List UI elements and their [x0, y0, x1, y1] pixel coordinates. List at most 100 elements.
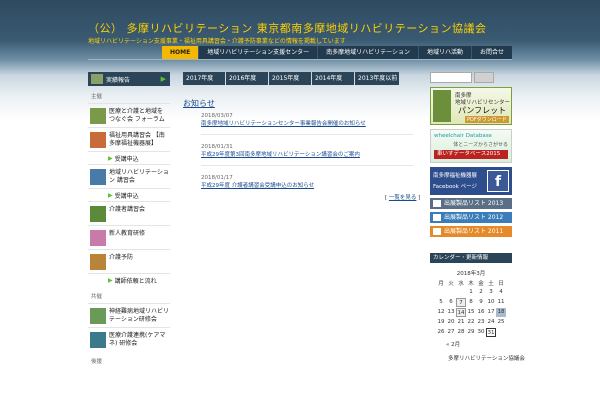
nav-item-support-center[interactable]: 地域リハビリテーション支援センター — [198, 46, 317, 60]
sub-item-label: 講師依頼と流れ — [114, 277, 157, 285]
tab-2017[interactable]: 2017年度 — [183, 72, 225, 85]
site-title[interactable]: （公） 多摩リハビリテーション 東京都南多摩地域リハビリテーション協議会 — [88, 20, 487, 36]
page-title[interactable]: お知らせ — [183, 98, 215, 109]
sidebar-item-welfare-equipment[interactable]: 福祉用具講習会 【南多摩福祉機器展】 — [88, 127, 170, 151]
calendar-week: 5 6 7 8 9 10 11 — [430, 298, 512, 307]
calendar-day: 27 — [447, 329, 455, 335]
calendar-day-link[interactable]: 14 — [456, 308, 466, 317]
wheelchair-db-banner[interactable]: wheelchair Database 体とニーズからさがせる 車いすデータベー… — [430, 129, 512, 163]
sub-item-apply[interactable]: ▶ 受講申込 — [88, 151, 170, 164]
calendar-day: 25 — [497, 319, 505, 325]
calendar-day: 24 — [487, 319, 495, 325]
sidebar-item-label: 地域リハビリテーション 講習会 — [109, 169, 169, 184]
sub-item-label: 受講申込 — [114, 155, 139, 163]
sub-item-label: 受講申込 — [114, 192, 139, 200]
calendar-day: 17 — [487, 309, 495, 315]
post-date: 2018/03/07 — [201, 113, 233, 119]
sub-item-apply[interactable]: ▶ 受講申込 — [88, 188, 170, 201]
tab-2015[interactable]: 2015年度 — [269, 72, 311, 85]
weekday: 金 — [478, 281, 484, 287]
calendar-day: 23 — [477, 319, 485, 325]
sidebar-item-label: 医療介護連携(ケアマネ) 研修会 — [109, 332, 166, 347]
report-link[interactable]: 実績報告 ▶ — [88, 72, 170, 86]
wheelchair-db-logo: wheelchair Database — [434, 133, 492, 139]
more-link[interactable]: 一覧を見る — [389, 195, 417, 201]
year-tabs: 2017年度 2016年度 2015年度 2014年度 2013年度以前 — [183, 72, 400, 85]
post-date: 2018/01/17 — [201, 175, 233, 181]
post-title-link[interactable]: 平成29年度 介護者講習会受講申込のお知らせ — [201, 182, 413, 190]
tab-2016[interactable]: 2016年度 — [226, 72, 268, 85]
nav-item-activities[interactable]: 地域リハ活動 — [417, 46, 471, 60]
calendar-day: 9 — [479, 299, 483, 305]
calendar-day: 2 — [479, 289, 483, 295]
report-label: 実績報告 — [106, 76, 131, 84]
calendar-day-link[interactable]: 7 — [456, 298, 466, 307]
report-thumbnail-icon — [91, 74, 103, 84]
calendar-footer-link[interactable]: 多摩リハビリテーション協議会 — [430, 354, 525, 362]
calendar-month: 2018年3月 — [456, 271, 486, 277]
facebook-icon: f — [487, 170, 509, 192]
weekday: 水 — [458, 281, 464, 287]
weekday: 火 — [448, 281, 454, 287]
calendar-day — [436, 288, 446, 297]
facebook-banner-line1: 南多摩福祉機器展 — [433, 173, 478, 179]
sidebar-item-label: 福祉用具講習会 【南多摩福祉機器展】 — [109, 132, 165, 147]
right-sidebar: 南多摩 地域リハビリセンター パンフレット PDFダウンロード wheelcha… — [430, 72, 525, 362]
nav-item-minamitama[interactable]: 南多摩地域リハビリテーション — [317, 46, 418, 60]
calendar-day: 28 — [457, 329, 465, 335]
calendar-day: 19 — [437, 319, 445, 325]
pamphlet-image — [433, 90, 451, 122]
sidebar-item-neuro-rehab[interactable]: 神経難病地域リハビリ テーション研修会 — [88, 303, 170, 327]
caregiver-thumbnail — [90, 206, 106, 222]
sidebar-item-label: 医療と介護と地域を つなぐ会 フォーラム — [109, 108, 165, 123]
calendar-day: 13 — [447, 309, 455, 315]
global-nav: HOME 地域リハビリテーション支援センター 南多摩地域リハビリテーション 地域… — [161, 46, 512, 60]
tab-2014[interactable]: 2014年度 — [312, 72, 354, 85]
weekday: 月 — [438, 281, 444, 287]
sidebar-item-regional-rehab[interactable]: 地域リハビリテーション 講習会 — [88, 164, 170, 188]
sidebar-item-prevention[interactable]: 介護予防 — [88, 249, 170, 273]
product-list-2013-button[interactable]: 出展製品リスト 2013 — [430, 198, 512, 209]
calendar-day: 22 — [467, 319, 475, 325]
calendar-day: 26 — [437, 329, 445, 335]
calendar-day: 12 — [437, 309, 445, 315]
wheelchair-db-tagline: 体とニーズからさがせる — [453, 142, 508, 148]
sidebar-item-forum[interactable]: 医療と介護と地域を つなぐ会 フォーラム — [88, 103, 170, 127]
list-item: 2018/03/07 南多摩地域リハビリテーションセンター事業報告会開催のお知ら… — [201, 112, 413, 135]
search-button[interactable] — [474, 72, 494, 83]
search-form — [430, 72, 512, 83]
facebook-banner[interactable]: 南多摩福祉機器展 Facebook ページ f — [430, 167, 512, 195]
sidebar-item-caregiver[interactable]: 介護者講習会 — [88, 201, 170, 225]
post-title-link[interactable]: 南多摩地域リハビリテーションセンター事業報告会開催のお知らせ — [201, 120, 413, 128]
sidebar-item-label: 神経難病地域リハビリ テーション研修会 — [109, 308, 170, 323]
tab-2013-earlier[interactable]: 2013年度以前 — [355, 72, 399, 85]
calendar-day: 18 — [496, 308, 506, 317]
calendar-week: 12 13 14 15 16 17 18 — [430, 308, 512, 317]
product-list-2011-button[interactable]: 出展製品リスト 2011 — [430, 226, 512, 237]
calendar-week: 19 20 21 22 23 24 25 — [430, 318, 512, 327]
calendar-day: 30 — [477, 329, 485, 335]
nav-item-home[interactable]: HOME — [161, 46, 199, 60]
calendar-day — [446, 288, 456, 297]
calendar-day: 15 — [467, 309, 475, 315]
calendar-heading: カレンダー・更新情報 — [430, 253, 512, 263]
triangle-right-icon: ▶ — [108, 154, 113, 162]
search-input[interactable] — [430, 72, 472, 83]
post-title-link[interactable]: 平成29年度第3回南多摩地域リハビリテーション講習会のご案内 — [201, 151, 413, 159]
calendar-prev-link[interactable]: « 2月 — [430, 340, 512, 348]
product-list-2012-button[interactable]: 出展製品リスト 2012 — [430, 212, 512, 223]
sidebar-item-new-staff-training[interactable]: 新人教育研修 — [88, 225, 170, 249]
section-label-cohost: 共催 — [91, 294, 103, 300]
more-link-wrap: [ 一覧を見る ] — [385, 193, 420, 201]
calendar-day-today: 31 — [486, 328, 496, 337]
neuro-thumbnail — [90, 308, 106, 324]
rehab-thumbnail — [90, 169, 106, 185]
sub-item-lecturer-request[interactable]: ▶ 講師依頼と流れ — [88, 273, 170, 286]
forum-thumbnail — [90, 108, 106, 124]
sidebar-item-care-manager[interactable]: 医療介護連携(ケアマネ) 研修会 — [88, 327, 170, 351]
sidebar-item-label: 介護予防 — [109, 254, 134, 261]
pamphlet-banner[interactable]: 南多摩 地域リハビリセンター パンフレット PDFダウンロード — [430, 87, 512, 125]
nav-item-contact[interactable]: お問合せ — [470, 46, 512, 60]
triangle-right-icon: ▶ — [108, 276, 113, 284]
training-thumbnail — [90, 230, 106, 246]
